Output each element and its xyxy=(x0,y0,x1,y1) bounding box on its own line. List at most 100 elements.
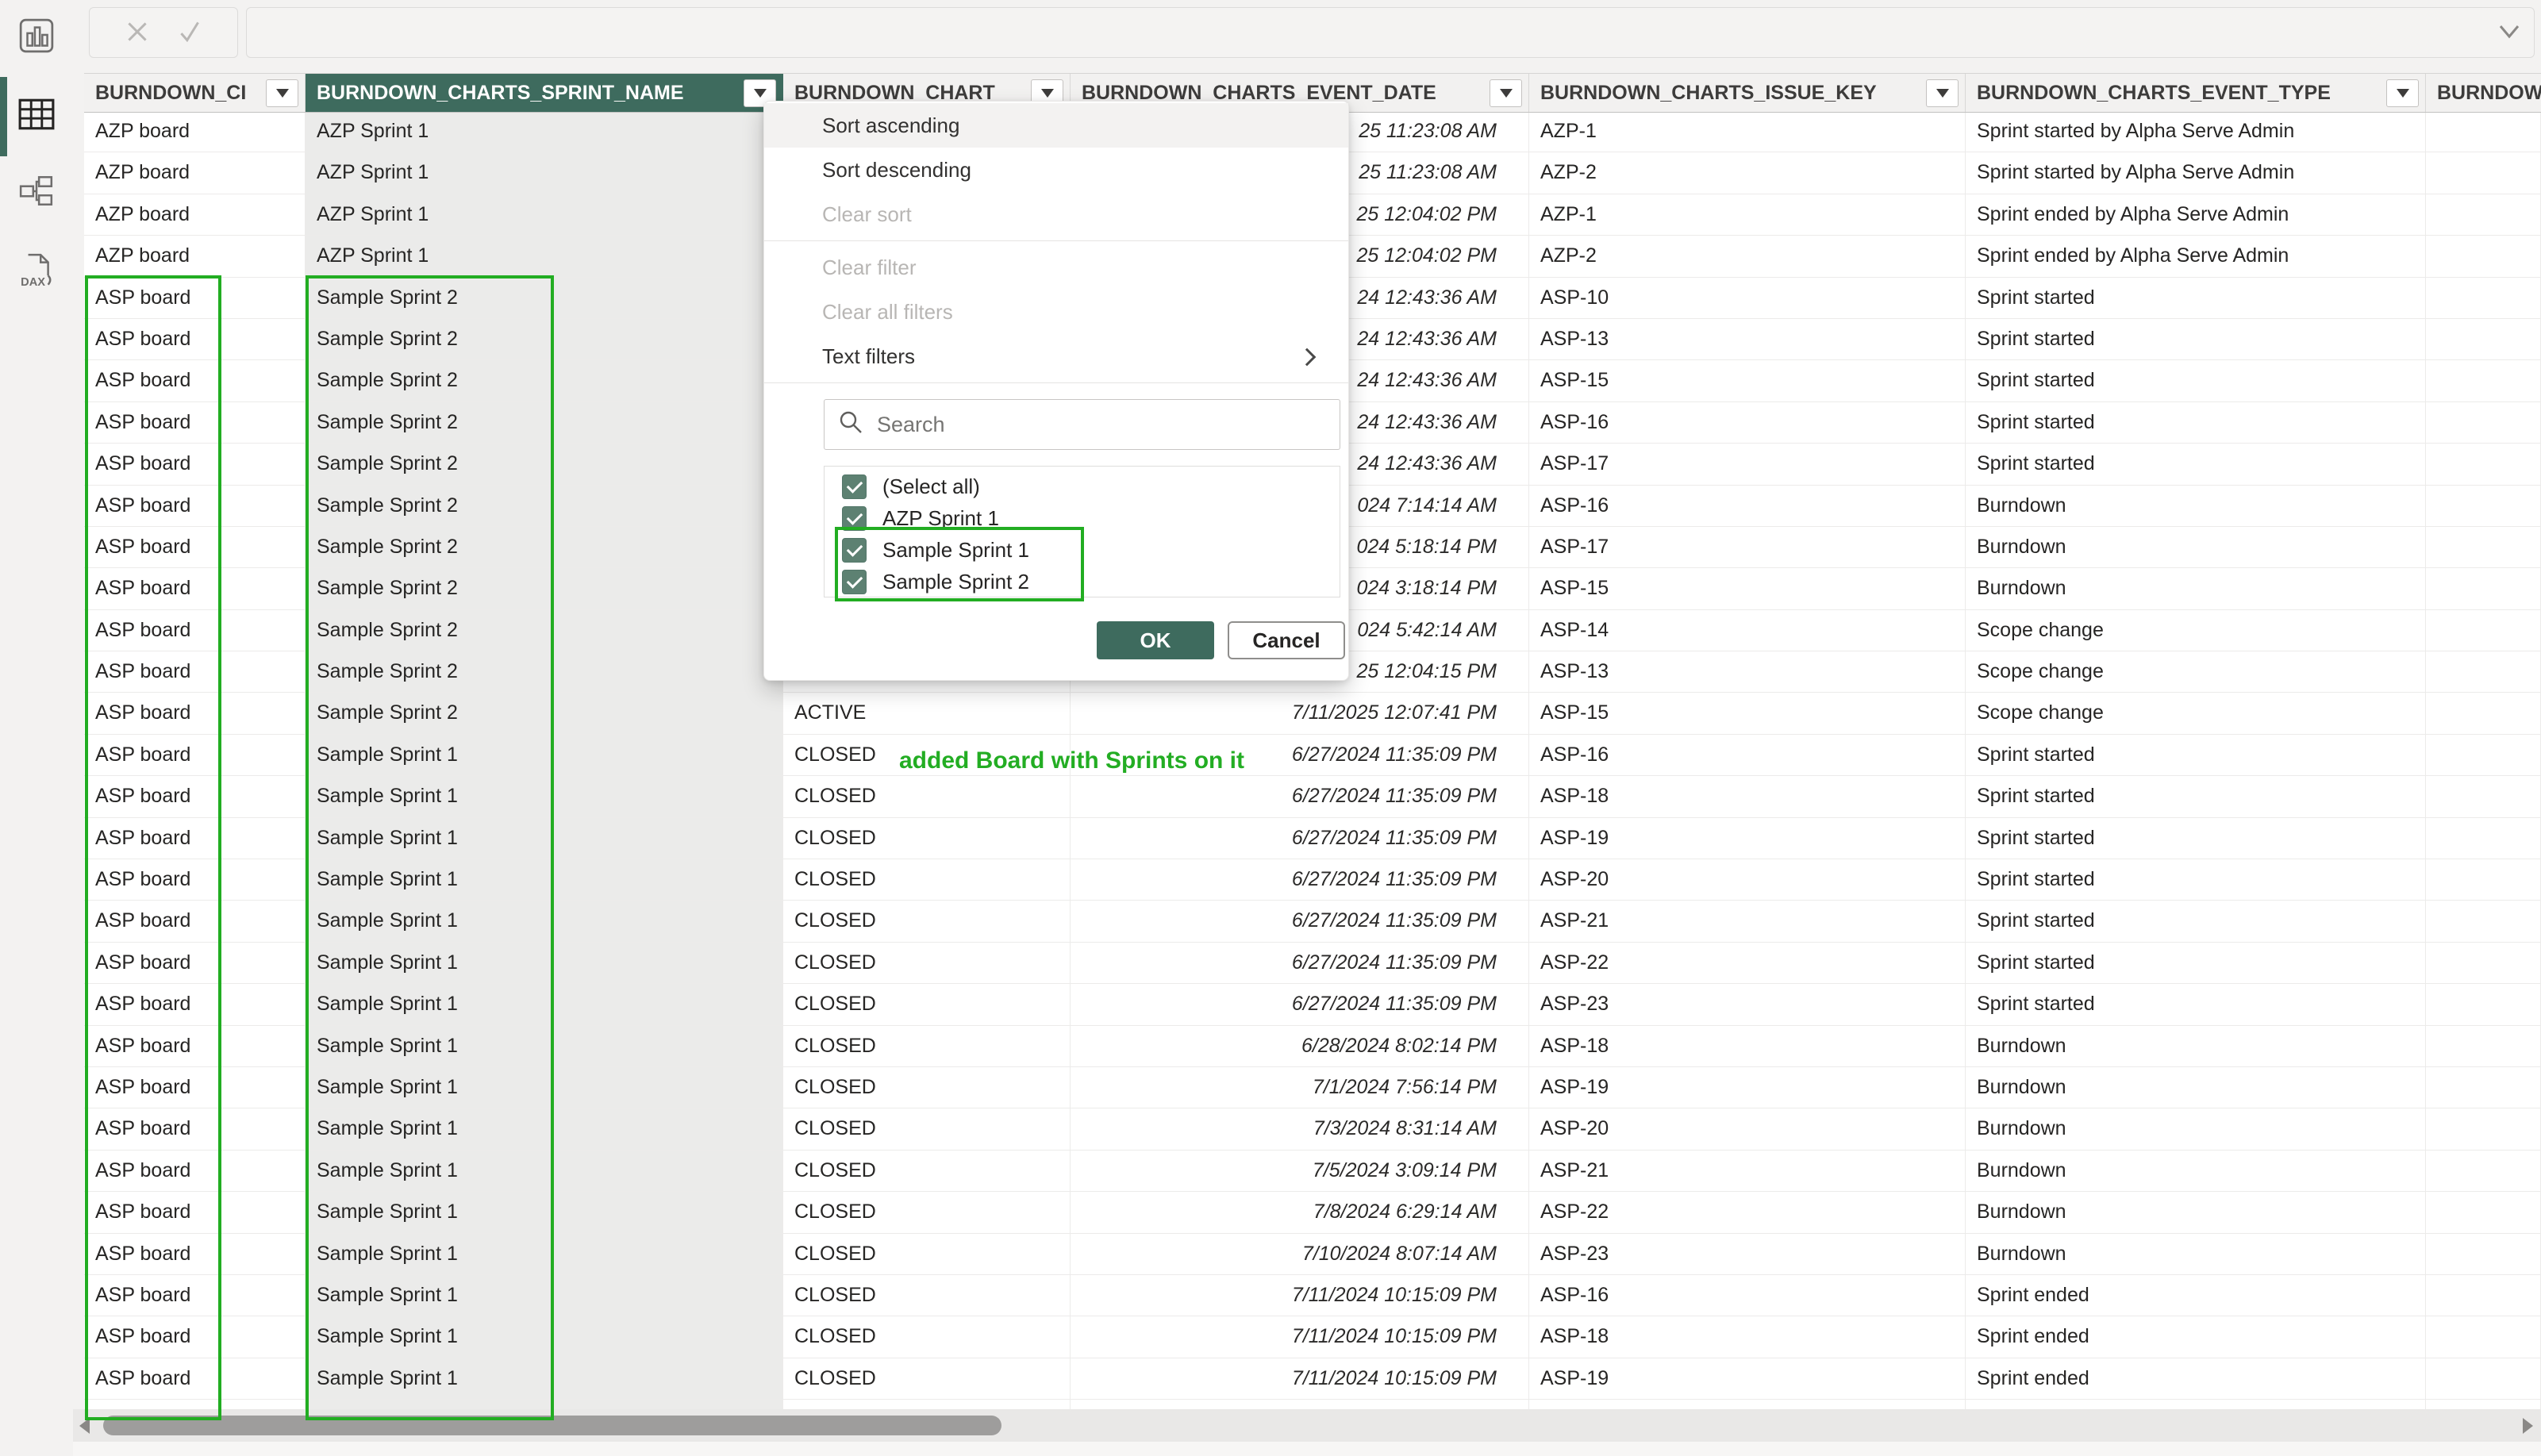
cell-issue-key[interactable]: ASP-20 xyxy=(1529,859,1966,900)
checkbox-icon[interactable] xyxy=(842,506,867,531)
cell-overflow-column[interactable] xyxy=(2426,402,2541,443)
cell-overflow-column[interactable] xyxy=(2426,1358,2541,1399)
cell-board-name[interactable]: AZP board xyxy=(84,194,306,235)
cell-sprint-name[interactable]: Sample Sprint 2 xyxy=(306,360,783,401)
cell-event-type[interactable]: Burndown xyxy=(1966,486,2426,526)
cell-event-type[interactable]: Burndown xyxy=(1966,1108,2426,1149)
cell-sprint-state[interactable]: CLOSED xyxy=(783,1026,1071,1066)
sidebar-item-dax-query-view[interactable]: DAX xyxy=(0,237,73,305)
cell-issue-key[interactable]: ASP-18 xyxy=(1529,776,1966,816)
cell-sprint-name[interactable]: Sample Sprint 1 xyxy=(306,1108,783,1149)
cell-sprint-state[interactable]: CLOSED xyxy=(783,1316,1071,1357)
cell-issue-key[interactable]: AZP-2 xyxy=(1529,236,1966,276)
cell-event-type[interactable]: Sprint ended xyxy=(1966,1316,2426,1357)
filter-option-sample-sprint-2[interactable]: Sample Sprint 2 xyxy=(825,566,1340,597)
cell-sprint-name[interactable]: Sample Sprint 2 xyxy=(306,693,783,733)
cell-board-name[interactable]: ASP board xyxy=(84,1151,306,1191)
cell-board-name[interactable]: ASP board xyxy=(84,776,306,816)
cell-sprint-state[interactable]: CLOSED xyxy=(783,1108,1071,1149)
cell-issue-key[interactable]: ASP-20 xyxy=(1529,1108,1966,1149)
column-header-sprint-name[interactable]: BURNDOWN_CHARTS_SPRINT_NAME xyxy=(306,74,783,112)
cell-sprint-name[interactable]: Sample Sprint 2 xyxy=(306,486,783,526)
cell-sprint-name[interactable]: Sample Sprint 2 xyxy=(306,610,783,651)
cell-sprint-name[interactable]: Sample Sprint 2 xyxy=(306,568,783,609)
cell-sprint-name[interactable]: Sample Sprint 2 xyxy=(306,651,783,692)
cell-issue-key[interactable]: ASP-15 xyxy=(1529,568,1966,609)
cell-sprint-name[interactable]: Sample Sprint 1 xyxy=(306,1067,783,1108)
cell-event-date[interactable]: 7/3/2024 8:31:14 AM xyxy=(1071,1108,1529,1149)
cancel-filter-button[interactable]: Cancel xyxy=(1228,621,1345,659)
cell-overflow-column[interactable] xyxy=(2426,776,2541,816)
cell-event-type[interactable]: Sprint started xyxy=(1966,818,2426,859)
cell-issue-key[interactable]: AZP-2 xyxy=(1529,152,1966,193)
cell-event-type[interactable]: Sprint started by Alpha Serve Admin xyxy=(1966,111,2426,152)
cell-event-type[interactable]: Scope change xyxy=(1966,610,2426,651)
cell-issue-key[interactable]: ASP-17 xyxy=(1529,527,1966,567)
cell-issue-key[interactable]: ASP-20 xyxy=(1529,1400,1966,1409)
cell-overflow-column[interactable] xyxy=(2426,984,2541,1024)
cell-event-date[interactable]: 7/8/2024 6:29:14 AM xyxy=(1071,1192,1529,1232)
cell-sprint-name[interactable]: Sample Sprint 1 xyxy=(306,943,783,983)
cell-issue-key[interactable]: ASP-15 xyxy=(1529,360,1966,401)
cell-sprint-name[interactable]: Sample Sprint 1 xyxy=(306,984,783,1024)
column-header-board-name[interactable]: BURNDOWN_CI xyxy=(84,74,306,112)
cell-board-name[interactable]: ASP board xyxy=(84,1358,306,1399)
cell-issue-key[interactable]: ASP-10 xyxy=(1529,278,1966,318)
sidebar-item-report-view[interactable] xyxy=(0,2,73,71)
cell-sprint-name[interactable]: Sample Sprint 1 xyxy=(306,1192,783,1232)
cell-issue-key[interactable]: ASP-21 xyxy=(1529,1151,1966,1191)
filter-button-event-type[interactable] xyxy=(2386,79,2419,107)
cell-overflow-column[interactable] xyxy=(2426,1192,2541,1232)
cell-sprint-name[interactable]: Sample Sprint 1 xyxy=(306,1275,783,1316)
cell-event-type[interactable]: Sprint started xyxy=(1966,360,2426,401)
cell-board-name[interactable]: ASP board xyxy=(84,1067,306,1108)
cell-overflow-column[interactable] xyxy=(2426,943,2541,983)
cell-event-date[interactable]: 6/27/2024 11:35:09 PM xyxy=(1071,984,1529,1024)
filter-option-azp-sprint-1[interactable]: AZP Sprint 1 xyxy=(825,502,1340,534)
commit-button[interactable] xyxy=(175,17,204,48)
cell-issue-key[interactable]: ASP-23 xyxy=(1529,1234,1966,1274)
cell-sprint-state[interactable]: CLOSED xyxy=(783,818,1071,859)
cell-overflow-column[interactable] xyxy=(2426,901,2541,941)
cell-sprint-name[interactable]: Sample Sprint 1 xyxy=(306,859,783,900)
cell-overflow-column[interactable] xyxy=(2426,1400,2541,1409)
cell-board-name[interactable]: ASP board xyxy=(84,402,306,443)
cell-board-name[interactable]: ASP board xyxy=(84,901,306,941)
cell-issue-key[interactable]: AZP-1 xyxy=(1529,194,1966,235)
cell-event-type[interactable]: Sprint started xyxy=(1966,901,2426,941)
cell-board-name[interactable]: ASP board xyxy=(84,943,306,983)
cell-sprint-state[interactable]: CLOSED xyxy=(783,1234,1071,1274)
cell-board-name[interactable]: ASP board xyxy=(84,984,306,1024)
cell-event-type[interactable]: Sprint started xyxy=(1966,444,2426,484)
cell-event-type[interactable]: Burndown xyxy=(1966,527,2426,567)
cell-sprint-name[interactable]: Sample Sprint 2 xyxy=(306,402,783,443)
cell-event-date[interactable]: 7/11/2025 12:07:41 PM xyxy=(1071,693,1529,733)
cell-overflow-column[interactable] xyxy=(2426,693,2541,733)
cell-issue-key[interactable]: ASP-17 xyxy=(1529,444,1966,484)
cell-board-name[interactable]: ASP board xyxy=(84,1192,306,1232)
horizontal-scrollbar[interactable] xyxy=(73,1409,2541,1442)
cell-issue-key[interactable]: ASP-13 xyxy=(1529,319,1966,359)
cell-event-type[interactable]: Sprint ended by Alpha Serve Admin xyxy=(1966,236,2426,276)
cell-issue-key[interactable]: ASP-23 xyxy=(1529,984,1966,1024)
menu-item-text-filters[interactable]: Text filters xyxy=(764,334,1348,378)
cell-overflow-column[interactable] xyxy=(2426,236,2541,276)
cell-overflow-column[interactable] xyxy=(2426,651,2541,692)
cell-board-name[interactable]: ASP board xyxy=(84,1400,306,1409)
cell-issue-key[interactable]: ASP-19 xyxy=(1529,1358,1966,1399)
cell-sprint-name[interactable]: AZP Sprint 1 xyxy=(306,236,783,276)
cell-sprint-name[interactable]: Sample Sprint 1 xyxy=(306,1234,783,1274)
cell-event-date[interactable]: 6/27/2024 11:35:09 PM xyxy=(1071,818,1529,859)
cell-sprint-name[interactable]: Sample Sprint 1 xyxy=(306,901,783,941)
cell-overflow-column[interactable] xyxy=(2426,1108,2541,1149)
cell-sprint-name[interactable]: AZP Sprint 1 xyxy=(306,111,783,152)
cell-sprint-name[interactable]: Sample Sprint 1 xyxy=(306,735,783,775)
formula-input[interactable] xyxy=(261,13,2478,52)
cell-event-type[interactable]: Scope change xyxy=(1966,651,2426,692)
cell-event-type[interactable]: Sprint started xyxy=(1966,943,2426,983)
cell-board-name[interactable]: ASP board xyxy=(84,1108,306,1149)
cell-overflow-column[interactable] xyxy=(2426,610,2541,651)
cell-sprint-name[interactable]: Sample Sprint 1 xyxy=(306,818,783,859)
cell-sprint-state[interactable]: CLOSED xyxy=(783,1067,1071,1108)
cell-event-type[interactable]: Sprint ended xyxy=(1966,1275,2426,1316)
